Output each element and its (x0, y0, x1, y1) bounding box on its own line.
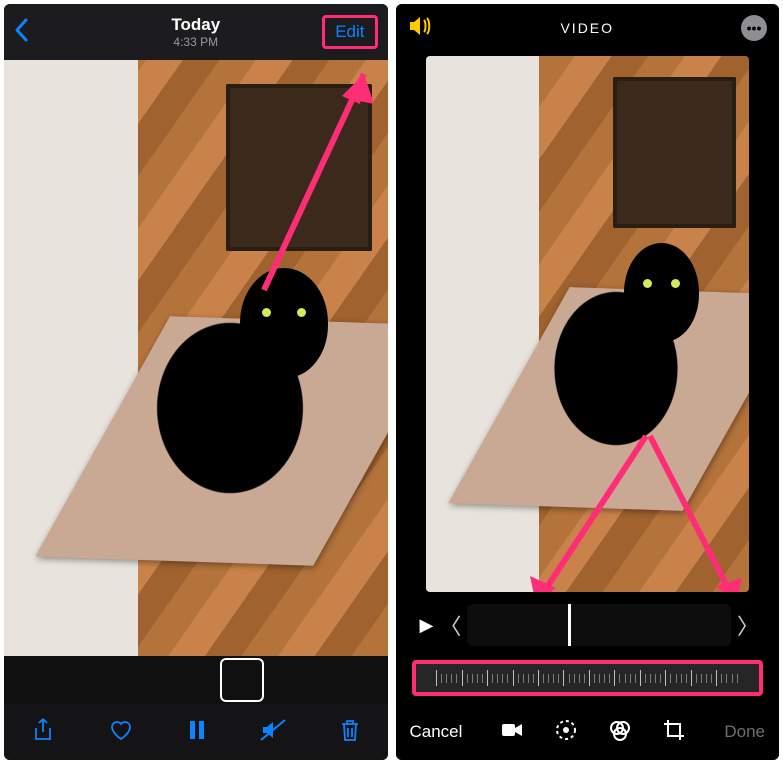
trim-handle-left[interactable]: 〈 (439, 609, 461, 641)
done-button[interactable]: Done (724, 722, 765, 742)
timeline-frames[interactable] (467, 604, 731, 646)
thumbnail-strip[interactable] (4, 656, 388, 704)
play-button[interactable]: ▶ (420, 615, 434, 636)
edit-button[interactable]: Edit (322, 15, 377, 49)
more-button[interactable]: ••• (741, 15, 767, 41)
video-frame-image (426, 56, 750, 592)
pause-button[interactable] (187, 719, 207, 746)
edit-body: ▶ 〈 〉 (396, 52, 780, 704)
thumb-item[interactable] (176, 660, 216, 700)
viewer-toolbar (4, 704, 388, 760)
title-day: Today (171, 15, 220, 35)
edit-preview[interactable] (426, 56, 750, 592)
favorite-button[interactable] (108, 718, 134, 747)
delete-button[interactable] (339, 718, 361, 747)
crop-icon[interactable] (662, 718, 686, 747)
title-block: Today 4:33 PM (171, 15, 220, 49)
video-edit-screen: VIDEO ••• ▶ 〈 (396, 4, 780, 760)
viewer-header: Today 4:33 PM Edit (4, 4, 388, 60)
edit-header: VIDEO ••• (396, 4, 780, 52)
video-mode-icon[interactable] (500, 718, 524, 747)
fine-scrub-ruler[interactable] (412, 660, 764, 696)
mute-button[interactable] (260, 719, 286, 746)
edit-toolbar: Cancel Done (396, 704, 780, 760)
photos-viewer-screen: Today 4:33 PM Edit (4, 4, 388, 760)
filters-icon[interactable] (608, 718, 632, 747)
trim-timeline[interactable]: ▶ 〈 〉 (412, 600, 764, 650)
volume-icon[interactable] (408, 16, 432, 41)
trim-handle-right[interactable]: 〉 (737, 609, 759, 641)
title-time: 4:33 PM (171, 35, 220, 49)
video-frame-image (4, 60, 388, 656)
mode-label: VIDEO (560, 20, 614, 36)
back-button[interactable] (14, 18, 44, 47)
cancel-button[interactable]: Cancel (410, 722, 463, 742)
edit-mode-icons (500, 718, 686, 747)
media-viewport[interactable] (4, 60, 388, 656)
thumb-item-selected[interactable] (222, 660, 262, 700)
thumb-item[interactable] (130, 660, 170, 700)
adjust-icon[interactable] (554, 718, 578, 747)
share-button[interactable] (31, 717, 55, 748)
